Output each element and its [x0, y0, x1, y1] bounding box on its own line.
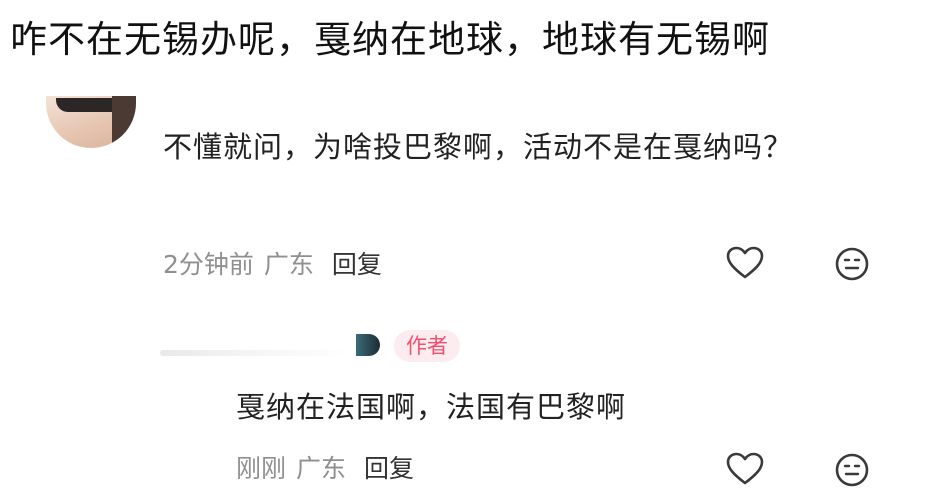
reply-avatar[interactable]	[356, 334, 380, 356]
reply-location: 广东	[296, 454, 347, 483]
smiley-face-icon[interactable]	[832, 450, 872, 490]
author-badge: 作者	[394, 330, 460, 362]
comment-time: 2分钟前	[163, 250, 254, 279]
avatar-hair	[112, 96, 136, 148]
comment-reply-button[interactable]: 回复	[332, 250, 382, 279]
reply-reply-button[interactable]: 回复	[364, 454, 414, 483]
comment-location: 广东	[263, 250, 314, 279]
comment-meta: 2分钟前 广东 回复	[163, 248, 382, 282]
reply-text: 戛纳在法国啊，法国有巴黎啊	[236, 390, 627, 424]
reply-meta: 刚刚 广东 回复	[236, 452, 414, 486]
heart-outline-icon[interactable]	[725, 450, 765, 490]
heart-outline-icon[interactable]	[725, 244, 765, 284]
reply-time: 刚刚	[236, 454, 287, 483]
reply-username-redacted	[160, 350, 350, 356]
smiley-face-icon[interactable]	[832, 244, 872, 284]
comment-text: 不懂就问，为啥投巴黎啊，活动不是在戛纳吗？	[163, 130, 794, 164]
post-caption: 咋不在无锡办呢，戛纳在地球，地球有无锡啊	[10, 18, 770, 61]
